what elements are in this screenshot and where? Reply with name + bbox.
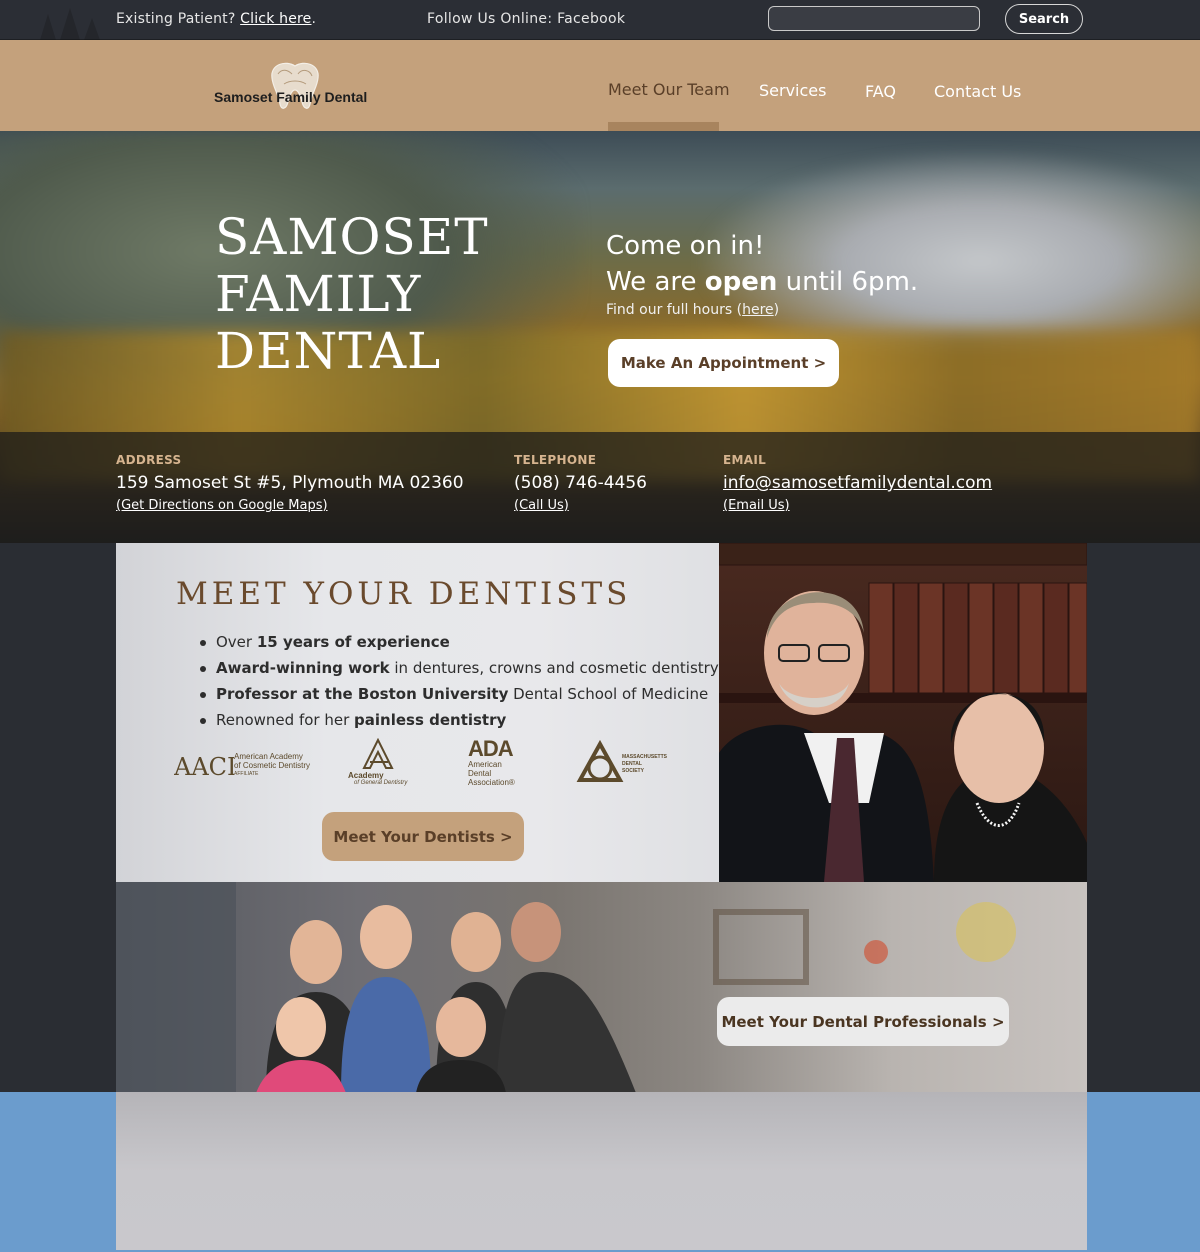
- ada-logo: ADA American Dental Association®: [468, 738, 528, 793]
- existing-patient-period: .: [311, 11, 317, 27]
- mds-mark-icon: [576, 740, 624, 782]
- existing-patient-label: Existing Patient?: [116, 11, 236, 27]
- meet-dentists-title: MEET YOUR DENTISTS: [176, 576, 632, 612]
- hours-link[interactable]: here: [742, 302, 774, 318]
- open-bold: open: [704, 267, 778, 297]
- mds-text: Society: [622, 768, 644, 774]
- open-hours-text: We are open until 6pm.: [606, 267, 918, 297]
- mds-logo: Massachusetts Dental Society: [576, 740, 686, 786]
- open-suffix: until 6pm.: [777, 267, 919, 297]
- list-item: Renowned for her painless dentistry: [200, 707, 719, 733]
- bullet-text: in dentures, crowns and cosmetic dentist…: [389, 659, 719, 677]
- bullet-bold: Professor at the Boston University: [216, 685, 509, 703]
- telephone-value: (508) 746-4456: [514, 473, 647, 493]
- aacd-logo: AACD American Academy of Cosmetic Dentis…: [174, 748, 311, 784]
- telephone-label: TELEPHONE: [514, 453, 597, 467]
- list-item: Award-winning work in dentures, crowns a…: [200, 655, 719, 681]
- ada-text: Association®: [468, 778, 515, 787]
- affiliation-logos: AACD American Academy of Cosmetic Dentis…: [174, 738, 694, 798]
- dentists-photo-illustration: [719, 543, 1087, 882]
- agd-logo: Academy of General Dentistry: [344, 738, 414, 793]
- aacd-text: AFFILIATE: [234, 771, 259, 777]
- bullet-text: Renowned for her: [216, 711, 355, 729]
- dentist-highlights-list: Over 15 years of experience Award-winnin…: [200, 629, 719, 733]
- bullet-bold: 15 years of experience: [256, 633, 450, 651]
- ada-text: ADA: [468, 736, 514, 761]
- tree-silhouette-icon: [40, 8, 100, 40]
- bullet-text: Dental School of Medicine: [508, 685, 709, 703]
- top-bar: Existing Patient? Click here. Follow Us …: [0, 0, 1200, 40]
- email-value-link[interactable]: info@samosetfamilydental.com: [723, 473, 992, 493]
- team-photo-illustration: [116, 882, 1016, 1093]
- hero-title: SAMOSET FAMILY DENTAL: [215, 209, 489, 380]
- address-label: ADDRESS: [116, 453, 182, 467]
- address-value: 159 Samoset St #5, Plymouth MA 02360: [116, 473, 464, 493]
- open-prefix: We are: [606, 267, 705, 297]
- nav-contact-us[interactable]: Contact Us: [934, 82, 1021, 101]
- hero-title-line: DENTAL: [215, 322, 442, 380]
- mountain-right-image: [700, 151, 1200, 351]
- call-us-link[interactable]: (Call Us): [514, 498, 569, 513]
- agd-text: of General Dentistry: [354, 780, 408, 786]
- meet-your-dentists-button[interactable]: Meet Your Dentists >: [322, 812, 524, 861]
- agd-text: Academy: [348, 771, 384, 780]
- meet-dentists-panel: MEET YOUR DENTISTS Over 15 years of expe…: [116, 543, 719, 882]
- logo-text: Samoset Family Dental: [214, 89, 368, 105]
- existing-patient-text: Existing Patient? Click here.: [116, 11, 316, 27]
- directions-link[interactable]: (Get Directions on Google Maps): [116, 498, 328, 513]
- mds-text: Massachusetts: [622, 754, 668, 760]
- bullet-bold: Award-winning work: [216, 659, 390, 677]
- aacd-text: of Cosmetic Dentistry: [234, 761, 311, 770]
- team-photo: Meet Your Dental Professionals >: [116, 882, 1087, 1093]
- hero-title-line: SAMOSET: [215, 208, 489, 266]
- nav-services[interactable]: Services: [759, 81, 826, 100]
- agd-mark-icon: [362, 738, 394, 769]
- active-nav-indicator: [608, 122, 719, 131]
- full-hours-text: Find our full hours (here): [606, 302, 779, 318]
- search-button[interactable]: Search: [1005, 4, 1083, 34]
- come-on-in-text: Come on in!: [606, 231, 765, 261]
- bullet-bold: painless dentistry: [354, 711, 507, 729]
- follow-us-text[interactable]: Follow Us Online: Facebook: [427, 11, 625, 27]
- mds-text: Dental: [622, 761, 642, 767]
- search-input[interactable]: [768, 6, 980, 31]
- email-us-link[interactable]: (Email Us): [723, 498, 790, 513]
- aacd-text: American Academy: [234, 752, 303, 761]
- email-label: EMAIL: [723, 453, 767, 467]
- hours-suffix: ): [773, 302, 780, 318]
- list-item: Over 15 years of experience: [200, 629, 719, 655]
- ada-text: Dental: [468, 769, 492, 778]
- bullet-text: Over: [216, 633, 257, 651]
- logo[interactable]: Samoset Family Dental: [214, 58, 379, 114]
- make-appointment-button[interactable]: Make An Appointment >: [608, 339, 839, 387]
- aacd-mark-icon: AACD: [174, 753, 234, 781]
- main-nav: Samoset Family Dental Meet Our Team Serv…: [0, 40, 1200, 131]
- bottom-gray-panel: [116, 1092, 1087, 1250]
- hours-prefix: Find our full hours (: [606, 302, 743, 318]
- hero-title-line: FAMILY: [215, 265, 422, 323]
- existing-patient-link[interactable]: Click here: [240, 11, 311, 27]
- nav-faq[interactable]: FAQ: [865, 82, 896, 101]
- list-item: Professor at the Boston University Denta…: [200, 681, 719, 707]
- svg-text:AACD: AACD: [174, 753, 234, 781]
- nav-meet-our-team[interactable]: Meet Our Team: [608, 80, 730, 99]
- meet-dental-professionals-button[interactable]: Meet Your Dental Professionals >: [717, 997, 1009, 1046]
- ada-text: American: [468, 760, 502, 769]
- dentists-photo: [719, 543, 1087, 882]
- contact-strip: ADDRESS 159 Samoset St #5, Plymouth MA 0…: [0, 432, 1200, 543]
